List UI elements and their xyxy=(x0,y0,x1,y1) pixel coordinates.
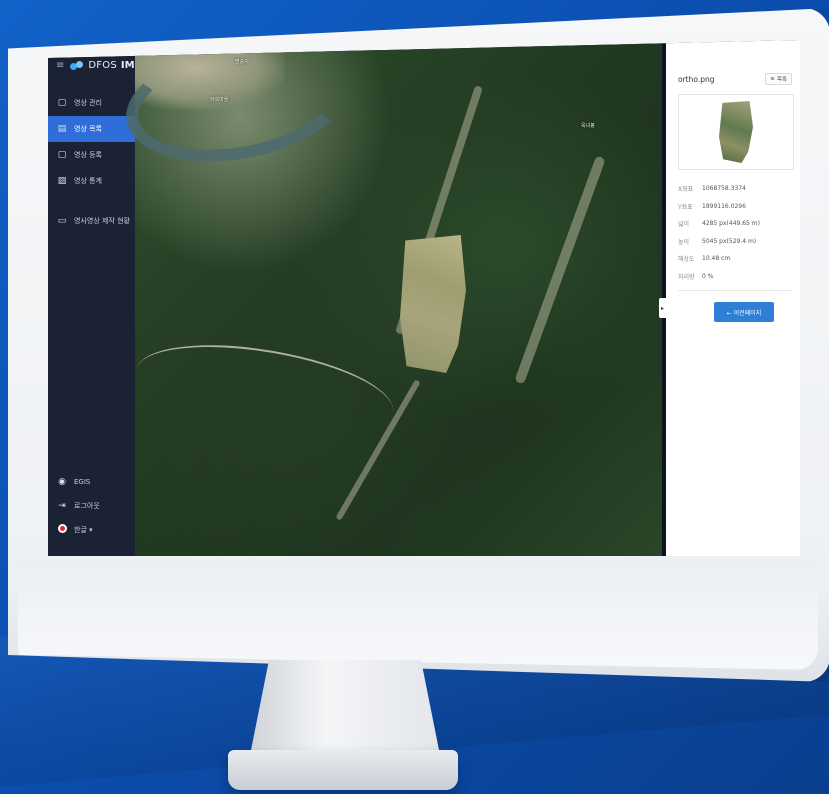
stats-icon: ▨ xyxy=(57,176,67,186)
meta-value: 10.48 cm xyxy=(702,255,731,263)
user-icon: ◉ xyxy=(58,477,66,487)
list-button[interactable]: ≡ 목록 xyxy=(765,73,792,85)
language-label: 한글 ▾ xyxy=(74,526,93,534)
divider xyxy=(678,290,792,291)
list-button-label: 목록 xyxy=(776,77,787,83)
sidebar-item-label: 영상 통계 xyxy=(74,177,102,185)
monitor-icon: ▭ xyxy=(57,216,67,226)
map-label: 옥녀봉 xyxy=(581,123,595,129)
image-metadata: X좌표 1068758.3374 Y좌표 1899116.0296 넓이 428… xyxy=(678,180,794,285)
map-road xyxy=(130,332,400,450)
back-button[interactable]: ← 이전페이지 xyxy=(714,302,774,322)
panel-header: ortho.png ≡ 목록 xyxy=(678,72,792,86)
map-view[interactable]: 명승지 하회마을 옥녀봉 xyxy=(116,40,662,556)
monitor-stand-neck xyxy=(250,660,440,755)
hamburger-menu-icon[interactable]: ≡ xyxy=(56,60,64,71)
logout-icon: ⇥ xyxy=(58,501,66,511)
sidebar-item-image-upload[interactable]: ▢ 영상 등록 xyxy=(48,142,135,168)
brand-mark-icon xyxy=(70,60,84,71)
logout-label: 로그아웃 xyxy=(74,502,100,510)
brand-name: DFOS xyxy=(88,60,117,71)
meta-value: 0 % xyxy=(702,272,714,280)
sidebar-item-label: 영상 관리 xyxy=(74,99,102,107)
meta-value: 1899116.0296 xyxy=(702,202,746,210)
sidebar-item-image-management[interactable]: ▢ 영상 관리 xyxy=(48,90,135,116)
meta-key: Y좌표 xyxy=(678,203,693,211)
meta-value: 5045 px(529.4 m) xyxy=(702,237,757,245)
user-menu[interactable]: ◉ EGIS xyxy=(48,470,135,494)
list-icon: ≡ xyxy=(770,76,775,82)
panel-collapse-toggle[interactable]: ▸ xyxy=(659,298,666,318)
meta-value: 1068758.3374 xyxy=(702,185,746,193)
ortho-image-overlay[interactable] xyxy=(400,235,466,373)
sidebar: ≡ DFOS IMS ▢ 영상 관리 ▤ 영상 목록 ▢ 영상 등록 ▨ 영상 … xyxy=(48,40,142,556)
map-label: 하회마을 xyxy=(210,97,229,103)
monitor-stand-base xyxy=(228,750,458,790)
meta-row-x: X좌표 1068758.3374 xyxy=(678,180,794,198)
user-label: EGIS xyxy=(74,478,91,486)
meta-key: 처리량 xyxy=(678,273,695,281)
meta-key: 넓이 xyxy=(678,221,690,229)
thumbnail-image xyxy=(719,101,753,163)
upload-icon: ▢ xyxy=(57,150,67,160)
app-logo[interactable]: ≡ DFOS IMS xyxy=(56,60,142,71)
image-thumbnail[interactable] xyxy=(678,94,794,170)
flag-icon xyxy=(56,524,68,536)
meta-row-height: 높이 5045 px(529.4 m) xyxy=(678,233,794,251)
sidebar-item-label: 영상 등록 xyxy=(74,151,102,159)
sidebar-nav: ▢ 영상 관리 ▤ 영상 목록 ▢ 영상 등록 ▨ 영상 통계 ▭ 영사영상 제… xyxy=(48,90,135,234)
meta-key: X좌표 xyxy=(678,186,694,194)
list-icon: ▤ xyxy=(57,124,67,134)
sidebar-item-image-list[interactable]: ▤ 영상 목록 xyxy=(48,116,135,142)
sidebar-item-label: 영상 목록 xyxy=(74,125,102,133)
sidebar-item-production-status[interactable]: ▭ 영사영상 제작 현황 xyxy=(48,208,135,234)
screen: ≡ DFOS IMS ▢ 영상 관리 ▤ 영상 목록 ▢ 영상 등록 ▨ 영상 … xyxy=(48,40,800,556)
meta-key: 높이 xyxy=(678,238,690,246)
meta-row-width: 넓이 4285 px(449.65 m) xyxy=(678,215,794,233)
sidebar-item-label: 영사영상 제작 현황 xyxy=(74,217,130,225)
map-label: 명승지 xyxy=(235,59,249,65)
logout-button[interactable]: ⇥ 로그아웃 xyxy=(48,494,135,518)
sidebar-item-image-stats[interactable]: ▨ 영상 통계 xyxy=(48,168,135,194)
file-name: ortho.png xyxy=(678,74,715,84)
meta-row-resolution: 해상도 10.48 cm xyxy=(678,250,794,268)
meta-row-y: Y좌표 1899116.0296 xyxy=(678,198,794,216)
meta-value: 4285 px(449.65 m) xyxy=(702,220,760,228)
meta-row-progress: 처리량 0 % xyxy=(678,268,794,286)
map-ridge xyxy=(514,155,606,385)
monitor-chin xyxy=(18,560,818,670)
sidebar-bottom: ◉ EGIS ⇥ 로그아웃 한글 ▾ xyxy=(48,470,135,542)
meta-key: 해상도 xyxy=(678,256,695,264)
document-icon: ▢ xyxy=(57,98,67,108)
detail-panel: ortho.png ≡ 목록 X좌표 1068758.3374 Y좌표 1899… xyxy=(666,40,800,556)
language-selector[interactable]: 한글 ▾ xyxy=(48,518,135,542)
